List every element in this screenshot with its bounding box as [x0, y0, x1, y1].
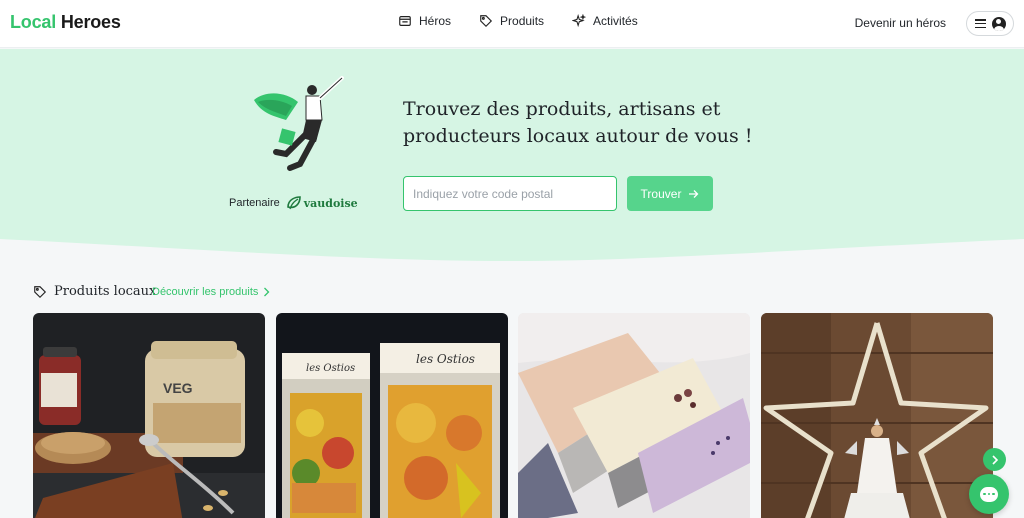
hero-background — [0, 49, 1024, 261]
chat-button[interactable] — [969, 474, 1009, 514]
product-image-spreads: VEG — [33, 313, 265, 518]
logo-heroes: Heroes — [60, 12, 121, 32]
section-heading: Produits locaux — [33, 284, 156, 299]
tag-icon — [480, 15, 493, 28]
svg-text:les Ostios: les Ostios — [416, 352, 475, 366]
nav-activities[interactable]: Activités — [572, 14, 638, 28]
section-title: Produits locaux — [54, 284, 157, 299]
hero-headline: Trouvez des produits, artisans et produc… — [403, 98, 753, 147]
product-card-soaps[interactable] — [518, 313, 750, 518]
main-nav: Héros Produits Activités — [398, 14, 638, 28]
top-navbar: Local Heroes Héros Produits Activités De… — [0, 0, 1024, 48]
nav-products-label: Produits — [500, 14, 545, 28]
partner-name: vaudoise — [303, 196, 358, 210]
vaudoise-leaf-icon — [286, 196, 301, 210]
nav-heroes[interactable]: Héros — [398, 14, 451, 28]
vaudoise-logo[interactable]: vaudoise — [286, 195, 358, 211]
product-image-star — [761, 313, 993, 518]
carousel-next-button[interactable] — [983, 448, 1006, 471]
logo[interactable]: Local Heroes — [10, 12, 121, 33]
hamburger-icon — [974, 19, 986, 28]
product-card-star-decoration[interactable] — [761, 313, 993, 518]
arrow-right-icon — [689, 189, 699, 198]
chevron-right-icon — [264, 287, 270, 297]
logo-local: Local — [10, 12, 57, 32]
discover-label: Découvrir les produits — [152, 286, 259, 298]
postal-code-input[interactable] — [403, 176, 617, 211]
hero-banner: Partenaire vaudoise Trouvez des produits… — [0, 49, 1024, 264]
user-avatar-icon — [991, 16, 1006, 31]
nav-products[interactable]: Produits — [479, 14, 544, 28]
svg-text:VEG: VEG — [163, 380, 193, 396]
become-hero-link[interactable]: Devenir un héros — [855, 16, 946, 30]
chevron-right-icon — [991, 454, 998, 465]
chat-bubble-icon — [980, 486, 998, 502]
partner-label: Partenaire — [229, 197, 280, 209]
product-image-ostios: les Ostios les Ostios — [276, 313, 508, 518]
svg-text:les Ostios: les Ostios — [306, 363, 355, 374]
superhero-illustration — [254, 76, 344, 171]
user-menu-button[interactable] — [966, 11, 1014, 36]
discover-products-link[interactable]: Découvrir les produits — [152, 286, 270, 298]
nav-activities-label: Activités — [593, 14, 638, 28]
find-button[interactable]: Trouver — [627, 176, 713, 211]
tag-icon — [34, 285, 47, 298]
product-card-spreads[interactable]: VEG — [33, 313, 265, 518]
product-card-ostios[interactable]: les Ostios les Ostios — [276, 313, 508, 518]
nav-heroes-label: Héros — [419, 14, 452, 28]
product-image-soaps — [518, 313, 750, 518]
store-icon — [399, 16, 411, 26]
partner-badge: Partenaire vaudoise — [229, 195, 358, 211]
find-button-label: Trouver — [640, 186, 682, 201]
sparkles-icon — [572, 14, 587, 28]
